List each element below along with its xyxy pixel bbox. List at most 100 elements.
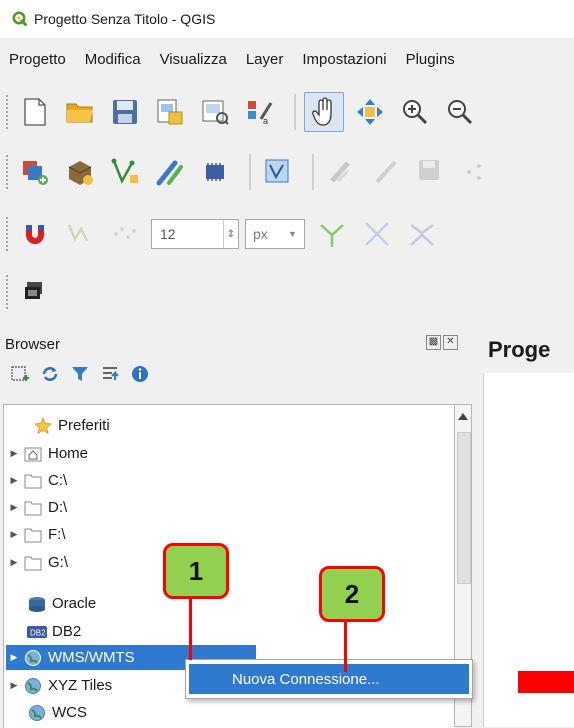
scroll-up-icon[interactable]: [458, 413, 468, 420]
menu-plugins[interactable]: Plugins: [403, 49, 458, 70]
cross-icon: [365, 222, 389, 246]
expand-arrow-icon[interactable]: ▶: [6, 652, 22, 663]
filter-icon[interactable]: [70, 364, 90, 384]
oracle-db-icon: [26, 594, 48, 614]
print-layout-icon: [157, 99, 183, 125]
tree-item-label: D:\: [48, 499, 68, 516]
snapping-tolerance-spinbox[interactable]: 12 ⇕: [151, 219, 239, 249]
snapping-unit-select[interactable]: px ▼: [245, 219, 305, 249]
self-snapping-button[interactable]: [403, 215, 441, 253]
folder-icon: [22, 471, 44, 491]
tree-item-oracle[interactable]: Oracle: [26, 591, 96, 616]
snapping-intersection-button[interactable]: [358, 215, 396, 253]
new-shapefile-layer-button[interactable]: [106, 153, 144, 191]
style-manager-button[interactable]: a: [241, 93, 279, 131]
tree-item-g-drive[interactable]: ▶ G:\: [6, 550, 68, 575]
open-project-button[interactable]: [61, 93, 99, 131]
save-layer-edits-button[interactable]: [412, 153, 450, 191]
expand-arrow-icon[interactable]: ▶: [6, 448, 22, 459]
scroll-thumb[interactable]: [457, 432, 471, 584]
close-panel-button[interactable]: ✕: [443, 335, 458, 350]
new-print-layout-button[interactable]: [151, 93, 189, 131]
nuova-connessione-menu-item[interactable]: Nuova Connessione...: [189, 664, 469, 694]
collapse-all-icon[interactable]: [100, 364, 120, 384]
toolbar-separator: [249, 154, 251, 190]
tree-item-label: C:\: [48, 472, 68, 489]
refresh-icon[interactable]: [40, 364, 60, 384]
add-feature-button[interactable]: [457, 153, 495, 191]
toolbar-handle[interactable]: [5, 216, 9, 252]
hand-pan-icon: [312, 97, 332, 126]
callout-2: 2: [319, 566, 385, 622]
menu-progetto[interactable]: Progetto: [6, 49, 69, 70]
zoom-out-button[interactable]: [441, 93, 479, 131]
geopackage-icon: [68, 161, 93, 185]
layout-manager-icon: [202, 100, 229, 125]
new-file-icon: [24, 98, 46, 126]
tree-item-preferiti[interactable]: Preferiti: [16, 413, 110, 438]
add-layer-icon[interactable]: [10, 364, 30, 384]
toggle-editing-button[interactable]: [367, 153, 405, 191]
tree-item-wcs[interactable]: WCS: [26, 700, 87, 725]
layout-manager-button[interactable]: [196, 93, 234, 131]
data-source-manager-button[interactable]: [16, 153, 54, 191]
tree-item-label: Home: [48, 445, 89, 462]
tree-item-c-drive[interactable]: ▶ C:\: [6, 468, 68, 493]
folder-icon: [22, 498, 44, 518]
enable-snapping-button[interactable]: [16, 215, 54, 253]
layer-toolbar: [0, 146, 574, 198]
save-project-button[interactable]: [106, 93, 144, 131]
tree-item-home[interactable]: ▶ Home: [6, 441, 88, 466]
new-project-button[interactable]: [16, 93, 54, 131]
toolbar-handle[interactable]: [5, 274, 9, 310]
callout-2-pointer: [344, 620, 347, 672]
svg-text:a: a: [263, 116, 268, 126]
expand-arrow-icon[interactable]: ▶: [6, 475, 22, 486]
snapping-type-button[interactable]: [61, 215, 99, 253]
toolbar-handle[interactable]: [5, 154, 9, 190]
info-icon[interactable]: [130, 364, 150, 384]
callout-1: 1: [163, 543, 229, 599]
tree-item-label: WCS: [52, 704, 87, 721]
tree-item-db2[interactable]: DB2 DB2: [26, 619, 81, 644]
expand-arrow-icon[interactable]: ▶: [6, 680, 22, 691]
pan-map-button[interactable]: [304, 92, 344, 132]
tree-item-xyz-tiles[interactable]: ▶ XYZ Tiles: [6, 673, 113, 698]
new-temporary-layer-button[interactable]: [151, 153, 189, 191]
snapping-mode-button[interactable]: [106, 215, 144, 253]
menu-modifica[interactable]: Modifica: [82, 49, 144, 70]
dock-buttons: ▩ ✕: [426, 335, 458, 350]
snapping-toolbar: 12 ⇕ px ▼: [0, 206, 574, 262]
menu-visualizza[interactable]: Visualizza: [157, 49, 230, 70]
new-geopackage-layer-button[interactable]: [61, 153, 99, 191]
add-point-icon: [467, 164, 481, 180]
zoom-out-icon: [448, 100, 473, 125]
map-panel-title: Proge: [488, 337, 551, 362]
zoom-in-button[interactable]: [396, 93, 434, 131]
toolbar-handle[interactable]: [5, 94, 9, 130]
menu-impostazioni[interactable]: Impostazioni: [299, 49, 389, 70]
tree-item-f-drive[interactable]: ▶ F:\: [6, 522, 66, 547]
vector-new-icon: [111, 158, 138, 184]
expand-arrow-icon[interactable]: ▶: [6, 557, 22, 568]
expand-arrow-icon[interactable]: ▶: [6, 502, 22, 513]
tree-item-label: XYZ Tiles: [48, 677, 113, 694]
float-panel-button[interactable]: ▩: [426, 335, 441, 350]
globe-icon: [22, 648, 44, 668]
topological-editing-button[interactable]: [313, 215, 351, 253]
context-menu: Nuova Connessione...: [185, 659, 473, 699]
menu-layer[interactable]: Layer: [243, 49, 287, 70]
new-virtual-layer-button[interactable]: [259, 153, 297, 191]
folder-icon: [22, 525, 44, 545]
toolbar-extra-button[interactable]: [16, 273, 54, 311]
tree-item-d-drive[interactable]: ▶ D:\: [6, 495, 68, 520]
current-edits-button[interactable]: [322, 153, 360, 191]
spin-arrows-icon[interactable]: ⇕: [223, 220, 238, 248]
globe-icon: [26, 703, 48, 723]
new-memory-layer-button[interactable]: [196, 153, 234, 191]
temporary-layer-icon: [156, 160, 183, 186]
tree-item-label: Oracle: [52, 595, 97, 612]
red-arrow-annotation: [518, 671, 574, 693]
pan-to-selection-button[interactable]: [351, 93, 389, 131]
expand-arrow-icon[interactable]: ▶: [6, 529, 22, 540]
